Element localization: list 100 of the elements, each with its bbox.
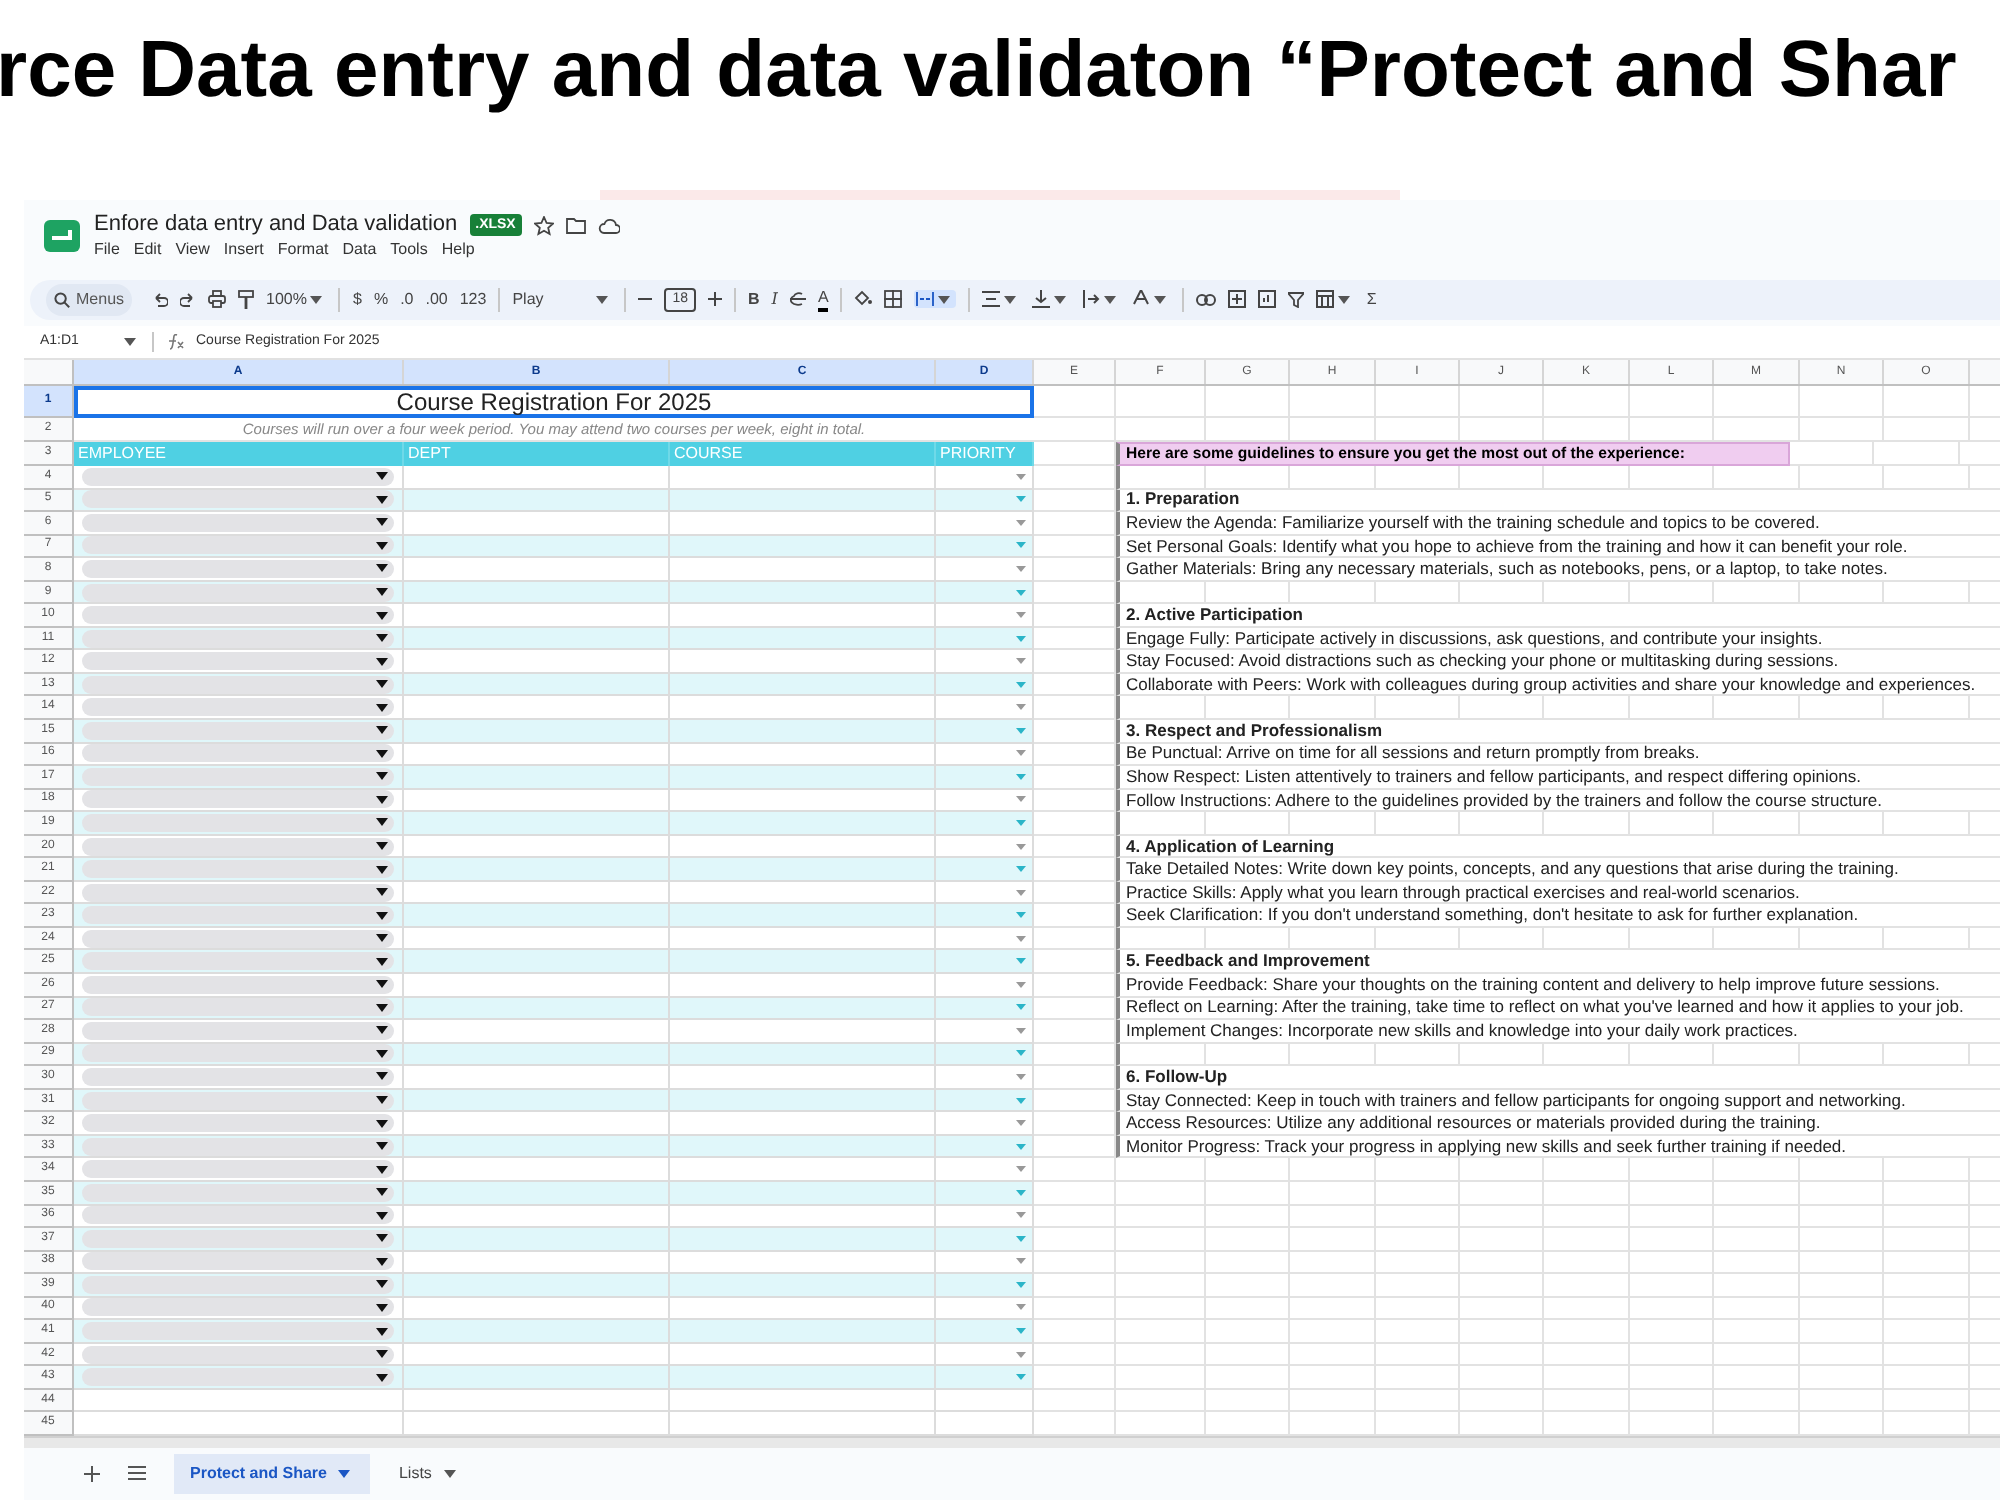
- number-format-button[interactable]: 123: [459, 289, 487, 309]
- zoom-dropdown[interactable]: 100%: [266, 289, 327, 309]
- dropdown-chip[interactable]: [82, 1114, 394, 1133]
- bold-button[interactable]: B: [748, 289, 760, 309]
- search-menus-field[interactable]: Menus: [46, 283, 133, 315]
- dropdown-chip[interactable]: [82, 906, 394, 925]
- caret-icon: [1016, 819, 1026, 826]
- caret-icon: [376, 1280, 388, 1289]
- sheet-tab[interactable]: Protect and Share: [174, 1453, 371, 1494]
- guideline-text: Implement Changes: Incorporate new skills and knowledge into your daily work practices.: [1116, 1020, 2000, 1044]
- dropdown-chip[interactable]: [82, 1137, 394, 1156]
- dropdown-chip[interactable]: [82, 721, 394, 740]
- plus-icon[interactable]: [708, 292, 723, 306]
- cloud-icon[interactable]: [597, 217, 620, 233]
- italic-button[interactable]: I: [771, 289, 778, 309]
- sheet-tab[interactable]: Lists: [382, 1453, 476, 1494]
- dropdown-chip[interactable]: [82, 929, 394, 948]
- fill-color-icon[interactable]: [854, 290, 873, 308]
- dropdown-chip[interactable]: [82, 998, 394, 1017]
- title-cell[interactable]: Course Registration For 2025: [74, 386, 1034, 418]
- vertical-align-button[interactable]: [1032, 290, 1071, 308]
- caret-icon: [376, 1303, 388, 1312]
- undo-icon[interactable]: [152, 291, 169, 307]
- caret-icon: [1016, 935, 1026, 942]
- currency-button[interactable]: $: [352, 289, 362, 309]
- dropdown-chip[interactable]: [82, 860, 394, 879]
- dropdown-chip[interactable]: [82, 583, 394, 601]
- menu-item[interactable]: Insert: [223, 240, 264, 260]
- dropdown-chip[interactable]: [82, 975, 394, 994]
- menu-item[interactable]: Tools: [390, 240, 428, 260]
- horizontal-align-button[interactable]: [982, 290, 1021, 308]
- text-color-button[interactable]: A: [817, 287, 829, 311]
- dropdown-chip[interactable]: [82, 467, 394, 486]
- caret-icon: [376, 911, 388, 920]
- filter-views-button[interactable]: [1316, 290, 1355, 308]
- dropdown-chip[interactable]: [82, 767, 394, 786]
- star-icon[interactable]: [533, 215, 554, 235]
- caret-icon: [310, 295, 323, 303]
- percent-button[interactable]: %: [373, 289, 389, 309]
- all-sheets-icon[interactable]: [128, 1466, 146, 1481]
- menu-item[interactable]: File: [94, 240, 120, 260]
- dropdown-chip[interactable]: [82, 1206, 394, 1225]
- menu-item[interactable]: Edit: [133, 240, 162, 260]
- text-wrap-button[interactable]: [1082, 290, 1121, 308]
- dropdown-chip[interactable]: [82, 1275, 394, 1294]
- redo-icon[interactable]: [180, 291, 197, 307]
- text-rotation-button[interactable]: [1132, 290, 1171, 308]
- dropdown-chip[interactable]: [82, 1345, 394, 1364]
- dropdown-chip[interactable]: [82, 675, 394, 694]
- functions-button[interactable]: Σ: [1366, 289, 1377, 309]
- dropdown-chip[interactable]: [82, 883, 394, 902]
- dropdown-chip[interactable]: [82, 790, 394, 809]
- dropdown-chip[interactable]: [82, 652, 394, 671]
- dropdown-chip[interactable]: [82, 744, 394, 763]
- caret-icon: [1016, 1143, 1026, 1150]
- link-icon[interactable]: [1196, 293, 1217, 305]
- document-title[interactable]: Enfore data entry and Data validation: [94, 212, 458, 238]
- dropdown-chip[interactable]: [82, 837, 394, 856]
- menu-item[interactable]: View: [175, 240, 210, 260]
- dropdown-chip[interactable]: [82, 952, 394, 971]
- dropdown-chip[interactable]: [82, 1252, 394, 1271]
- dropdown-chip[interactable]: [82, 1322, 394, 1340]
- strikethrough-icon[interactable]: [789, 290, 806, 308]
- dropdown-chip[interactable]: [82, 698, 394, 717]
- dropdown-chip[interactable]: [82, 1160, 394, 1179]
- chart-icon[interactable]: [1258, 290, 1277, 308]
- increase-decimal-button[interactable]: .00: [425, 289, 448, 309]
- dropdown-chip[interactable]: [82, 1091, 394, 1110]
- dropdown-chip[interactable]: [82, 813, 394, 832]
- menu-item[interactable]: Data: [342, 240, 377, 260]
- dropdown-chip[interactable]: [82, 1229, 394, 1248]
- dropdown-chip[interactable]: [82, 1298, 394, 1317]
- dropdown-chip[interactable]: [82, 629, 394, 648]
- caret-icon: [1016, 866, 1026, 873]
- dropdown-chip[interactable]: [82, 559, 394, 578]
- folder-icon[interactable]: [565, 216, 586, 234]
- dropdown-chip[interactable]: [82, 1067, 394, 1086]
- caret-icon: [376, 472, 388, 481]
- borders-icon[interactable]: [884, 290, 903, 308]
- paint-format-icon[interactable]: [238, 289, 255, 309]
- merge-cells-button[interactable]: [914, 290, 957, 308]
- dropdown-chip[interactable]: [82, 1368, 394, 1387]
- menu-item[interactable]: Format: [277, 240, 329, 260]
- dropdown-chip[interactable]: [82, 513, 394, 532]
- dropdown-chip[interactable]: [82, 1044, 394, 1063]
- menu-item[interactable]: Help: [441, 240, 475, 260]
- comment-icon[interactable]: [1228, 290, 1247, 308]
- dropdown-chip[interactable]: [82, 1183, 394, 1202]
- print-icon[interactable]: [208, 290, 227, 308]
- dropdown-chip[interactable]: [82, 1021, 394, 1040]
- guideline-text: Access Resources: Utilize any additional resources or materials provided during the training.: [1116, 1112, 2000, 1136]
- font-dropdown[interactable]: Play: [512, 289, 613, 309]
- dropdown-chip[interactable]: [82, 606, 394, 625]
- caret-icon: [376, 657, 388, 666]
- minus-icon[interactable]: [638, 292, 653, 306]
- add-sheet-icon[interactable]: [84, 1465, 100, 1482]
- decrease-decimal-button[interactable]: .0: [400, 289, 414, 309]
- dropdown-chip[interactable]: [82, 490, 394, 509]
- filter-icon[interactable]: [1288, 291, 1305, 307]
- dropdown-chip[interactable]: [82, 536, 394, 555]
